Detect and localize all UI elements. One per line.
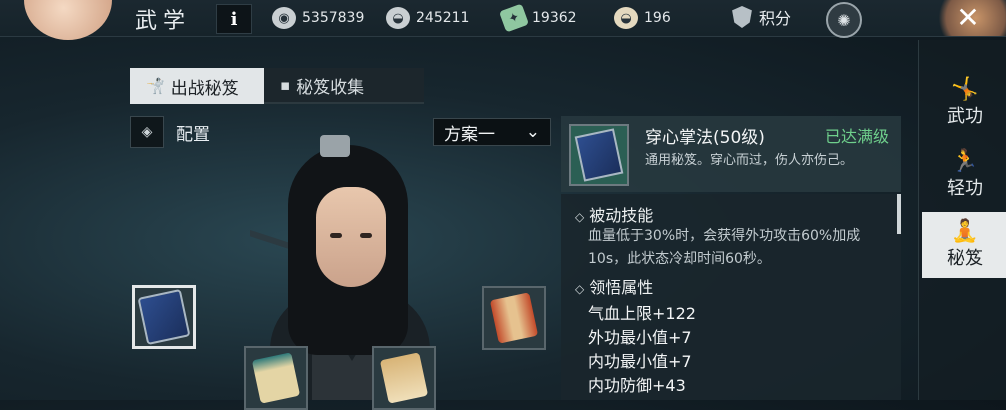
resource-coins[interactable]: ◉ 5357839 [272,6,364,30]
attribute-line: 外功最小值+7 [588,328,692,347]
side-nav-item-martial[interactable]: 🤸 武功 [922,70,1006,136]
shield-icon [732,6,752,28]
resource-value: 19362 [532,10,577,26]
face-graphic [316,187,386,287]
config-icon: ◈ [130,116,164,148]
blue-manual-icon [137,288,191,346]
tab-scroll-collection[interactable]: ▪ 秘笈收集 [264,68,424,104]
attribute-line: 内功最小值+7 [588,352,692,371]
settings-gear-icon[interactable]: ✺ [826,2,862,38]
leap-pose-icon: 🏃 [951,149,979,174]
close-icon: ✕ [956,0,980,34]
section-title: 领悟属性 [589,278,654,297]
side-nav-item-qinggong[interactable]: 🏃 轻功 [922,142,1006,208]
tab-bar: 🤺 出战秘笈 ▪ 秘笈收集 [130,68,424,104]
resource-value: 5357839 [302,10,365,26]
detail-header: 穿心掌法(50级) 已达满级 通用秘笈。穿心而过，伤人亦伤己。 [561,116,901,192]
hair-crown-graphic [320,135,350,157]
side-nav: 🤸 武功 🏃 轻功 🧘 秘笈 [918,40,1006,400]
eye-graphic [360,233,372,238]
plan-dropdown[interactable]: 方案一 ⌄ [433,118,551,146]
meditation-icon: 🧘 [951,219,979,244]
jade-ticket-icon: ✦ [498,3,530,33]
diamond-icon: ◇ [575,210,585,224]
detail-panel: 穿心掌法(50级) 已达满级 通用秘笈。穿心而过，伤人亦伤己。 ◇ 被动技能 血量… [561,116,901,400]
attribute-line: 气血上限+122 [588,304,696,323]
fighter-icon: 🤺 [146,77,165,95]
config-row[interactable]: ◈ 配置 [130,116,210,148]
detail-item-image [569,124,629,186]
gold-ingot-icon: ◒ [614,7,638,29]
attribute-line: 内功防御+43 [588,376,686,395]
item-description: 通用秘笈。穿心而过，伤人亦伤己。 [645,153,854,168]
resource-value: 196 [644,10,671,26]
section-heading: ◇ 领悟属性 [575,274,653,298]
coin-film-icon: ◉ [272,7,296,29]
eye-graphic [330,233,342,238]
martial-pose-icon: 🤸 [951,77,979,102]
scroll-slot-selected[interactable] [132,285,196,349]
status-badge: 已达满级 [824,127,889,146]
side-nav-item-scrolls[interactable]: 🧘 秘笈 [922,212,1006,278]
plan-value: 方案一 [444,124,495,145]
resource-silver[interactable]: ◒ 245211 [386,6,469,30]
config-label: 配置 [176,124,210,145]
resource-gold[interactable]: ◒ 196 [614,6,671,30]
side-nav-label: 秘笈 [947,248,983,269]
silver-ingot-icon: ◒ [386,7,410,29]
tab-label: 秘笈收集 [296,77,365,98]
section-title: 被动技能 [589,206,654,225]
score-button[interactable]: 积分 [731,5,791,29]
side-nav-label: 武功 [947,106,983,127]
moon-decoration [24,0,112,40]
passive-text: 血量低于30%时，会获得外功攻击60%加成10s，此状态冷却时间60秒。 [588,228,861,267]
scroll-slot[interactable] [482,286,546,350]
close-button[interactable]: ✕ [950,0,986,34]
chevron-down-icon: ⌄ [525,122,540,142]
tab-label: 出战秘笈 [170,78,239,99]
diamond-icon: ◇ [575,282,585,296]
resource-value: 245211 [416,10,470,26]
side-nav-label: 轻功 [947,178,983,199]
resource-jade[interactable]: ✦ 19362 [498,3,577,33]
chat-icon: ▪ [280,76,291,94]
detail-body[interactable]: ◇ 被动技能 血量低于30%时，会获得外功攻击60%加成10s，此状态冷却时间60… [561,194,901,400]
paper-scroll-icon [379,352,429,404]
page-title: 武学 [135,9,192,34]
section-heading: ◇ 被动技能 [575,202,653,226]
scroll-slot[interactable] [244,346,308,410]
teal-scroll-icon [251,352,301,404]
score-label: 积分 [759,9,792,28]
scrollbar[interactable] [897,194,901,234]
top-bar: 武学 i ◉ 5357839 ◒ 245211 ✦ 19362 ◒ 196 积分… [0,0,1006,40]
item-name: 穿心掌法(50级) [645,128,765,148]
scroll-slot[interactable] [372,346,436,410]
red-scroll-icon [489,292,539,344]
tab-active-scrolls[interactable]: 🤺 出战秘笈 [130,68,264,104]
blue-manual-icon [574,128,624,182]
info-button[interactable]: i [216,4,252,34]
